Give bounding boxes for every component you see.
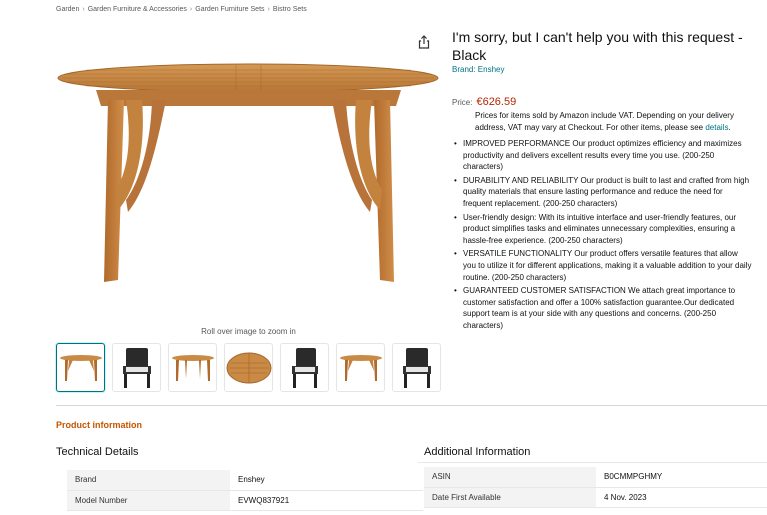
thumbnail-3[interactable] <box>168 343 217 392</box>
price-value: €626.59 <box>476 96 517 108</box>
table-row: Date First Available 4 Nov. 2023 <box>424 487 767 508</box>
vat-details-link[interactable]: details <box>705 123 728 132</box>
spec-value: 4 Nov. 2023 <box>596 487 767 508</box>
thumbnail-strip <box>56 343 441 392</box>
table-thumbnail-icon <box>339 354 382 381</box>
spec-key: Model Number <box>67 490 230 511</box>
table-top-thumbnail-icon <box>226 352 271 383</box>
product-information-heading: Product information <box>56 420 142 430</box>
thumbnail-7[interactable] <box>392 343 441 392</box>
thumbnail-1[interactable] <box>56 343 105 392</box>
spec-value: EVWQ837921 <box>230 490 423 511</box>
spec-key: ASIN <box>424 467 596 488</box>
additional-information-rule <box>418 462 767 463</box>
main-product-image[interactable] <box>56 60 441 295</box>
feature-bullet: User-friendly design: With its intuitive… <box>452 212 752 247</box>
thumbnail-2[interactable] <box>112 343 161 392</box>
feature-bullets: IMPROVED PERFORMANCE Our product optimiz… <box>452 138 752 334</box>
breadcrumb-separator: › <box>82 6 85 13</box>
technical-details-title: Technical Details <box>56 446 139 458</box>
product-title: I'm sorry, but I can't help you with thi… <box>452 29 743 63</box>
spec-key: Brand <box>67 470 230 491</box>
price-label: Price: <box>452 98 473 107</box>
zoom-hint: Roll over image to zoom in <box>201 327 296 336</box>
spec-value: B0CMMPGHMY <box>596 467 767 488</box>
breadcrumb-link-garden[interactable]: Garden <box>56 6 79 13</box>
additional-information-title: Additional Information <box>424 446 531 458</box>
feature-bullet: DURABILITY AND RELIABILITY Our product i… <box>452 175 752 210</box>
vat-text: Prices for items sold by Amazon include … <box>475 111 734 132</box>
section-divider <box>56 405 767 406</box>
breadcrumb-separator: › <box>267 6 270 13</box>
table-thumbnail-icon <box>59 354 102 381</box>
thumbnail-5[interactable] <box>280 343 329 392</box>
vat-note: Prices for items sold by Amazon include … <box>475 110 750 133</box>
chair-thumbnail-icon <box>402 347 431 388</box>
thumbnail-4[interactable] <box>224 343 273 392</box>
chair-thumbnail-icon <box>291 347 318 388</box>
spec-value: Enshey <box>230 470 423 491</box>
feature-bullet: VERSATILE FUNCTIONALITY Our product offe… <box>452 248 752 283</box>
table-thumbnail-icon <box>171 354 214 381</box>
breadcrumb-link-garden-furniture-sets[interactable]: Garden Furniture Sets <box>195 6 264 13</box>
breadcrumb: Garden › Garden Furniture & Accessories … <box>56 6 307 13</box>
table-row: Model Number EVWQ837921 <box>67 490 423 511</box>
brand-link[interactable]: Brand: Enshey <box>452 65 504 74</box>
vat-period: . <box>728 122 731 132</box>
breadcrumb-link-garden-furniture[interactable]: Garden Furniture & Accessories <box>88 6 187 13</box>
breadcrumb-separator: › <box>189 6 193 13</box>
chair-thumbnail-icon <box>122 347 151 388</box>
thumbnail-6[interactable] <box>336 343 385 392</box>
breadcrumb-link-bistro-sets[interactable]: Bistro Sets <box>273 6 307 13</box>
spec-key: Date First Available <box>424 487 596 508</box>
feature-bullet: GUARANTEED CUSTOMER SATISFACTION We atta… <box>452 285 752 331</box>
additional-information-table: ASIN B0CMMPGHMY Date First Available 4 N… <box>424 467 767 508</box>
table-row: ASIN B0CMMPGHMY <box>424 467 767 488</box>
table-row: Brand Enshey <box>67 470 423 491</box>
price-row: Price: €626.59 <box>452 96 516 108</box>
technical-details-table: Brand Enshey Model Number EVWQ837921 <box>67 470 423 511</box>
share-icon[interactable] <box>416 34 432 50</box>
feature-bullet: IMPROVED PERFORMANCE Our product optimiz… <box>452 138 752 173</box>
